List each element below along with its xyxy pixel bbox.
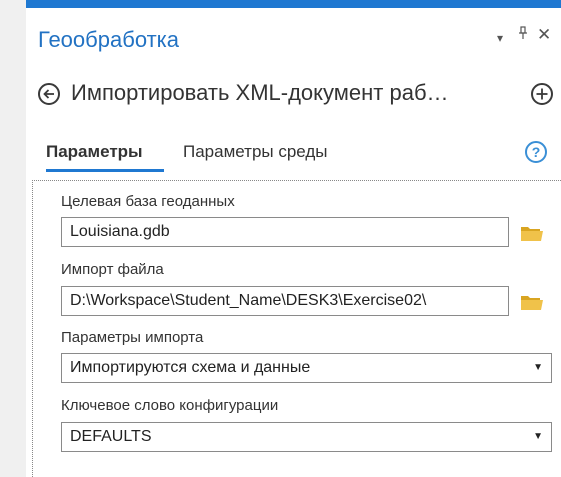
target-gdb-input[interactable]: Louisiana.gdb	[61, 217, 509, 247]
help-icon[interactable]: ?	[525, 141, 547, 163]
tab-bar: Параметры Параметры среды ?	[26, 130, 561, 174]
param-label-target-gdb: Целевая база геоданных	[61, 193, 235, 210]
back-button[interactable]	[38, 83, 60, 105]
pane-options-dropdown-icon[interactable]: ▾	[497, 29, 503, 47]
pane-accent-bar	[26, 0, 561, 8]
pane-title: Геообработка	[38, 27, 179, 52]
geoprocessing-pane: Геообработка ▾ ✕ Импортировать XML-докум…	[26, 0, 561, 477]
param-label-config-keyword: Ключевое слово конфигурации	[61, 397, 279, 414]
active-tab-indicator	[46, 169, 164, 172]
add-button[interactable]	[531, 83, 553, 105]
tab-environments[interactable]: Параметры среды	[183, 142, 328, 162]
parameters-panel: Целевая база геоданных Louisiana.gdb Имп…	[32, 180, 561, 477]
import-options-select[interactable]: Импортируются схема и данные ▼	[61, 353, 552, 383]
import-options-value: Импортируются схема и данные	[70, 359, 311, 376]
chevron-down-icon: ▼	[533, 431, 543, 442]
import-file-input[interactable]: D:\Workspace\Student_Name\DESK3\Exercise…	[61, 286, 509, 316]
param-label-import-options: Параметры импорта	[61, 329, 204, 346]
pin-icon-svg	[519, 26, 527, 39]
chevron-down-icon: ▼	[533, 362, 543, 373]
config-keyword-select[interactable]: DEFAULTS ▼	[61, 422, 552, 452]
pin-icon[interactable]	[518, 26, 528, 45]
tab-parameters[interactable]: Параметры	[46, 142, 143, 162]
tool-header: Импортировать XML-документ раб…	[26, 66, 561, 116]
pane-header: Геообработка ▾ ✕	[26, 8, 561, 60]
tool-title: Импортировать XML-документ раб…	[71, 80, 449, 105]
folder-icon[interactable]	[520, 224, 544, 242]
close-icon[interactable]: ✕	[537, 26, 551, 44]
arrow-left-icon	[43, 89, 54, 99]
config-keyword-value: DEFAULTS	[70, 428, 152, 445]
folder-icon[interactable]	[520, 293, 544, 311]
param-label-import-file: Импорт файла	[61, 261, 164, 278]
plus-icon	[536, 88, 548, 100]
